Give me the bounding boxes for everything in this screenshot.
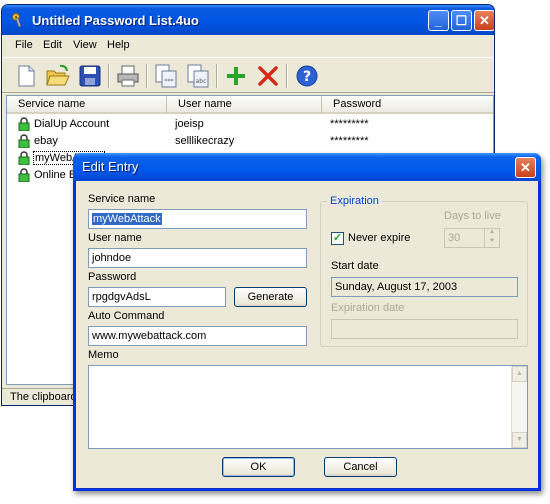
svg-text:***: *** xyxy=(165,78,174,85)
user-cell: selllikecrazy xyxy=(175,135,235,147)
toolbar-separator xyxy=(146,64,148,88)
list-header: Service name User name Password xyxy=(7,96,493,114)
service-name-label: Service name xyxy=(88,193,156,205)
memo-scrollbar[interactable]: ▲ ▼ xyxy=(511,366,527,448)
ok-button[interactable]: OK xyxy=(222,457,295,477)
expiration-group: Expiration Days to live ✓ Never expire 3… xyxy=(320,195,528,347)
menu-view[interactable]: View xyxy=(73,39,97,51)
password-cell: ********* xyxy=(330,118,369,130)
minimize-button[interactable]: _ xyxy=(428,10,449,31)
print-icon[interactable] xyxy=(114,62,142,90)
main-window-title: Untitled Password List.4uo xyxy=(32,13,199,28)
service-name-input[interactable]: myWebAttack xyxy=(88,209,307,229)
service-name-value: myWebAttack xyxy=(92,213,162,225)
maximize-button[interactable]: ☐ xyxy=(451,10,472,31)
days-to-live-label: Days to live xyxy=(444,210,501,222)
never-expire-checkbox[interactable]: ✓ xyxy=(331,232,344,245)
help-icon[interactable]: ? xyxy=(293,62,321,90)
days-to-live-input: 30 ▲ ▼ xyxy=(444,228,500,248)
scroll-up-arrow-icon[interactable]: ▲ xyxy=(512,366,527,382)
expiration-group-title: Expiration xyxy=(327,195,382,207)
memo-textarea[interactable]: ▲ ▼ xyxy=(88,365,528,449)
column-password[interactable]: Password xyxy=(322,96,493,114)
menu-bar: File Edit View Help xyxy=(2,35,494,55)
menu-edit[interactable]: Edit xyxy=(43,39,62,51)
column-service-name[interactable]: Service name xyxy=(7,96,167,114)
spin-up-icon: ▲ xyxy=(489,229,495,235)
delete-icon[interactable] xyxy=(254,62,282,90)
lock-icon xyxy=(18,168,30,182)
user-cell: joeisp xyxy=(175,118,204,130)
service-cell: DialUp Account xyxy=(34,118,110,130)
list-item[interactable]: DialUp Account joeisp ********* xyxy=(7,116,493,133)
start-date-label: Start date xyxy=(331,260,379,272)
password-cell: ********* xyxy=(330,135,369,147)
spin-down-icon: ▼ xyxy=(489,238,495,244)
auto-command-input[interactable]: www.mywebattack.com xyxy=(88,326,307,346)
toolbar-separator xyxy=(216,64,218,88)
lock-icon xyxy=(18,134,30,148)
service-cell: ebay xyxy=(34,135,58,147)
days-spinner: ▲ ▼ xyxy=(484,229,499,247)
lock-icon xyxy=(18,151,30,165)
svg-text:?: ? xyxy=(303,69,311,85)
expiration-date-field xyxy=(331,319,518,339)
copy-username-icon[interactable]: *** xyxy=(152,62,180,90)
list-item[interactable]: ebay selllikecrazy ********* xyxy=(7,133,493,150)
password-input[interactable]: rpgdgvAdsL xyxy=(88,287,226,307)
dialog-title: Edit Entry xyxy=(82,159,139,174)
lock-icon xyxy=(18,117,30,131)
menu-help[interactable]: Help xyxy=(107,39,130,51)
dialog-close-button[interactable]: ✕ xyxy=(515,157,536,178)
new-file-icon[interactable] xyxy=(12,62,40,90)
open-folder-icon[interactable] xyxy=(44,62,72,90)
service-cell: Online B xyxy=(34,169,77,181)
save-disk-icon[interactable] xyxy=(76,62,104,90)
generate-button[interactable]: Generate xyxy=(234,287,307,307)
days-to-live-value: 30 xyxy=(448,232,461,244)
auto-command-label: Auto Command xyxy=(88,310,165,322)
add-icon[interactable] xyxy=(222,62,250,90)
column-user-name[interactable]: User name xyxy=(167,96,322,114)
password-label: Password xyxy=(88,271,137,283)
cancel-button[interactable]: Cancel xyxy=(324,457,397,477)
memo-label: Memo xyxy=(88,349,119,361)
toolbar-separator xyxy=(108,64,110,88)
main-titlebar[interactable]: Untitled Password List.4uo _ ☐ ✕ xyxy=(2,5,494,35)
scroll-down-arrow-icon[interactable]: ▼ xyxy=(512,432,527,448)
svg-text:abc: abc xyxy=(196,78,207,85)
never-expire-label[interactable]: Never expire xyxy=(348,232,410,244)
expiration-date-label: Expiration date xyxy=(331,302,405,314)
dialog-titlebar[interactable]: Edit Entry ✕ xyxy=(73,153,541,181)
start-date-field[interactable]: Sunday, August 17, 2003 xyxy=(331,277,518,297)
edit-entry-dialog: Edit Entry ✕ Service name myWebAttack Us… xyxy=(73,153,541,491)
app-key-icon xyxy=(12,13,22,28)
user-name-label: User name xyxy=(88,232,142,244)
copy-password-icon[interactable]: abc xyxy=(184,62,212,90)
toolbar: *** abc ? xyxy=(2,57,494,93)
toolbar-separator xyxy=(286,64,288,88)
menu-file[interactable]: File xyxy=(15,39,33,51)
user-name-input[interactable]: johndoe xyxy=(88,248,307,268)
close-button[interactable]: ✕ xyxy=(474,10,494,31)
